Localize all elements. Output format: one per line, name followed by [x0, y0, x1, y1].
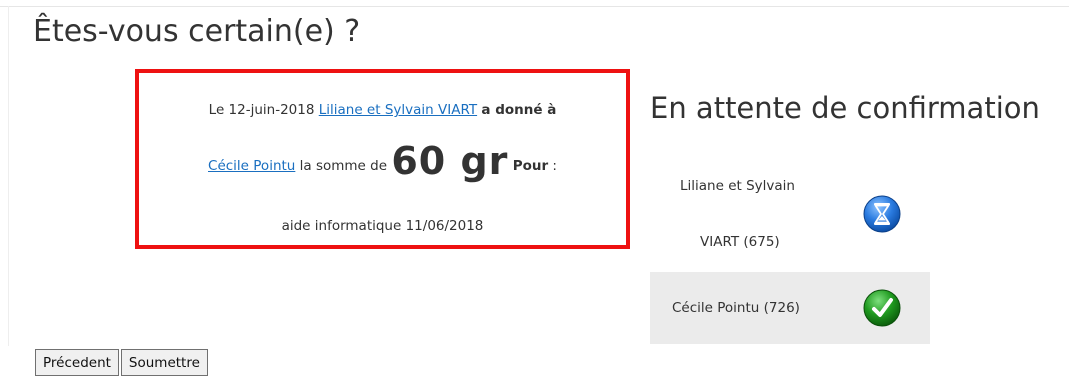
check-icon: [863, 289, 901, 327]
giver-link[interactable]: Liliane et Sylvain VIART: [319, 102, 477, 118]
party-name-line-1: Liliane et Sylvain: [680, 178, 795, 194]
transaction-summary: Le 12-juin-2018 Liliane et Sylvain VIART…: [135, 69, 630, 249]
confirmation-page: Êtes-vous certain(e) ? Le 12-juin-2018 L…: [0, 0, 1069, 387]
party-name: Cécile Pointu (726): [672, 300, 800, 316]
previous-button[interactable]: Précedent: [35, 349, 119, 376]
top-divider: [0, 6, 1069, 7]
transaction-line-2: Cécile Pointu la somme de 60 gr Pour :: [139, 139, 626, 183]
transaction-description: aide informatique 11/06/2018: [281, 218, 484, 234]
amount-prefix: la somme de: [299, 158, 388, 174]
form-actions: Précedent Soumettre: [35, 349, 208, 376]
party-giver-status: Liliane et Sylvain VIART (675): [650, 160, 930, 268]
receiver-link[interactable]: Cécile Pointu: [208, 158, 295, 174]
party-receiver-status: Cécile Pointu (726): [650, 272, 930, 344]
hourglass-icon: [863, 195, 901, 233]
status-heading: En attente de confirmation: [650, 91, 1040, 125]
transaction-line-1: Le 12-juin-2018 Liliane et Sylvain VIART…: [139, 102, 626, 118]
party-name-line-2: VIART (675): [700, 234, 780, 250]
transaction-verb: a donné à: [481, 102, 557, 118]
page-title: Êtes-vous certain(e) ?: [33, 14, 361, 49]
submit-button[interactable]: Soumettre: [120, 349, 208, 376]
transaction-date: Le 12-juin-2018: [208, 102, 315, 118]
pour-colon: :: [552, 158, 557, 174]
pour-label: Pour: [512, 158, 549, 174]
transaction-amount: 60 gr: [391, 139, 509, 183]
left-divider: [8, 6, 9, 346]
